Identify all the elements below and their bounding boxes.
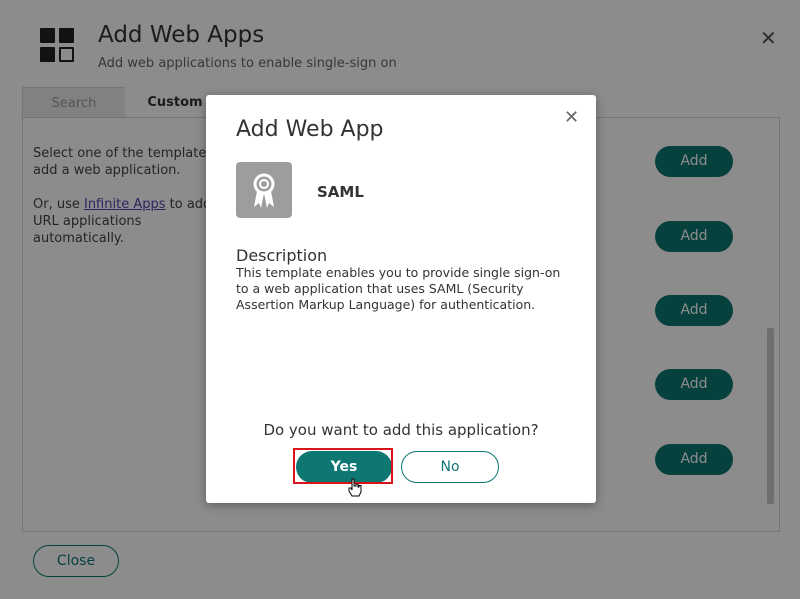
yes-button[interactable]: Yes	[296, 451, 392, 483]
confirm-question: Do you want to add this application?	[263, 421, 539, 439]
certificate-ribbon-icon	[236, 162, 292, 218]
description-text: This template enables you to provide sin…	[236, 265, 561, 312]
close-icon[interactable]: ✕	[564, 107, 579, 128]
add-web-app-modal: Add Web App ✕ SAML Description This temp…	[206, 95, 596, 503]
hand-pointer-icon	[347, 478, 363, 498]
description-heading: Description	[236, 246, 328, 265]
modal-title: Add Web App	[236, 117, 384, 142]
app-name: SAML	[317, 183, 364, 201]
no-button[interactable]: No	[401, 451, 499, 483]
